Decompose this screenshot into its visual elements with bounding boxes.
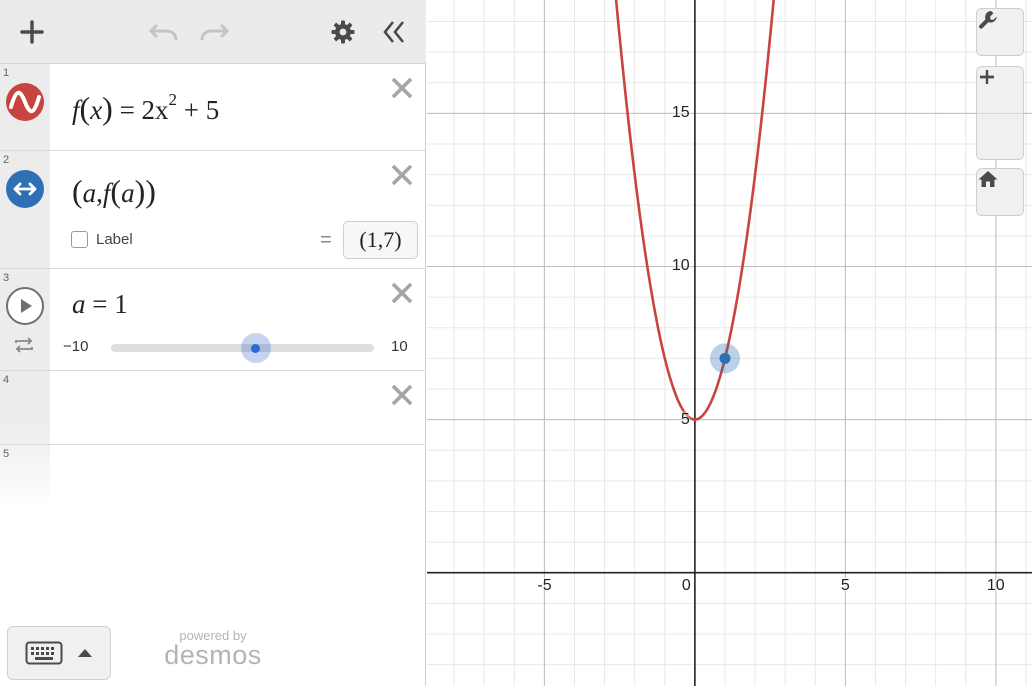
caret-up-icon (78, 649, 92, 657)
equals-sign: = (119, 95, 135, 125)
evaluation-result: (1,7) (343, 221, 418, 259)
constant-term: + 5 (183, 95, 220, 125)
close-icon[interactable] (388, 161, 416, 189)
wrench-icon[interactable] (977, 9, 1023, 55)
y-tick-label: 15 (671, 104, 690, 122)
expression-number: 2 (3, 154, 10, 166)
close-paren: ) (145, 173, 156, 209)
label-toggle[interactable]: Label (71, 231, 133, 248)
slider-value: 1 (114, 289, 128, 319)
loop-icon[interactable] (13, 336, 35, 359)
home-icon[interactable] (977, 169, 1023, 215)
redo-icon[interactable] (196, 14, 232, 50)
label-text: Label (96, 231, 133, 248)
close-icon[interactable] (388, 74, 416, 102)
result-equals-sign: = (320, 229, 332, 251)
expression-toolbar (0, 0, 426, 64)
keyboard-icon (25, 641, 63, 665)
graph-paper[interactable]: -5 0 5 10 5 10 15 (427, 0, 1032, 686)
label-checkbox[interactable] (71, 231, 88, 248)
expression-row-3[interactable]: 3 a = 1 −10 10 (0, 269, 426, 371)
x-tick-label: 0 (681, 576, 691, 594)
zoom-controls (976, 66, 1024, 160)
home-group (976, 168, 1024, 216)
y-tick-label: 5 (680, 410, 690, 428)
expression-number: 3 (3, 272, 10, 284)
slider-max-label[interactable]: 10 (391, 338, 408, 355)
wave-icon[interactable] (6, 83, 44, 121)
equals-sign: = (92, 289, 108, 319)
desmos-logo: desmos (164, 640, 262, 670)
coefficient-term: 2x (141, 95, 169, 125)
powered-by-desmos[interactable]: powered by desmos (160, 628, 266, 671)
expression-number: 4 (3, 374, 10, 386)
expression-row-2[interactable]: 2 (a,f(a)) Label = (1,7) (0, 151, 426, 269)
slider-variable: a (72, 289, 86, 319)
close-icon[interactable] (388, 279, 416, 307)
expression-number: 1 (3, 67, 10, 79)
expression-number: 5 (3, 448, 10, 460)
x-tick-label: -5 (537, 576, 552, 594)
point-arrows-icon[interactable] (6, 170, 44, 208)
double-chevron-left-icon[interactable] (376, 14, 412, 50)
x-tick-label: 5 (840, 576, 850, 594)
y-tick-label: 10 (671, 257, 690, 275)
inner-open-paren: ( (110, 173, 122, 209)
undo-icon[interactable] (146, 14, 182, 50)
point-x: a (82, 178, 97, 208)
close-icon[interactable] (388, 381, 416, 409)
expression-row-4[interactable]: 4 (0, 371, 426, 445)
plus-icon[interactable] (14, 14, 50, 50)
inner-close-paren: ) (134, 173, 146, 209)
graph-settings-group (976, 8, 1024, 56)
graph-canvas[interactable] (427, 0, 1032, 686)
keyboard-toggle-button[interactable] (7, 626, 111, 680)
point-marker[interactable] (719, 352, 731, 364)
play-icon[interactable] (6, 287, 44, 325)
exponent: 2 (168, 90, 178, 109)
function-name: f (72, 95, 80, 125)
expression-row-5[interactable]: 5 (0, 445, 426, 510)
gear-icon[interactable] (325, 14, 361, 50)
inner-variable: a (121, 178, 135, 208)
expression-panel: 1 f(x) = 2x2 + 5 2 (a,f(a)) Label = (1,7… (0, 0, 426, 686)
expression-row-1[interactable]: 1 f(x) = 2x2 + 5 (0, 64, 426, 151)
comma: , (96, 178, 103, 208)
expression-latex[interactable]: a = 1 (72, 289, 128, 320)
slider-handle[interactable] (240, 333, 271, 363)
open-paren: ( (72, 173, 83, 209)
expression-latex[interactable]: f(x) = 2x2 + 5 (72, 90, 219, 127)
x-tick-label: 10 (986, 576, 1005, 594)
slider-min-label[interactable]: −10 (63, 338, 88, 355)
function-variable: x (90, 95, 103, 125)
expression-latex[interactable]: (a,f(a)) (72, 173, 156, 210)
minus-icon[interactable] (977, 75, 1023, 159)
